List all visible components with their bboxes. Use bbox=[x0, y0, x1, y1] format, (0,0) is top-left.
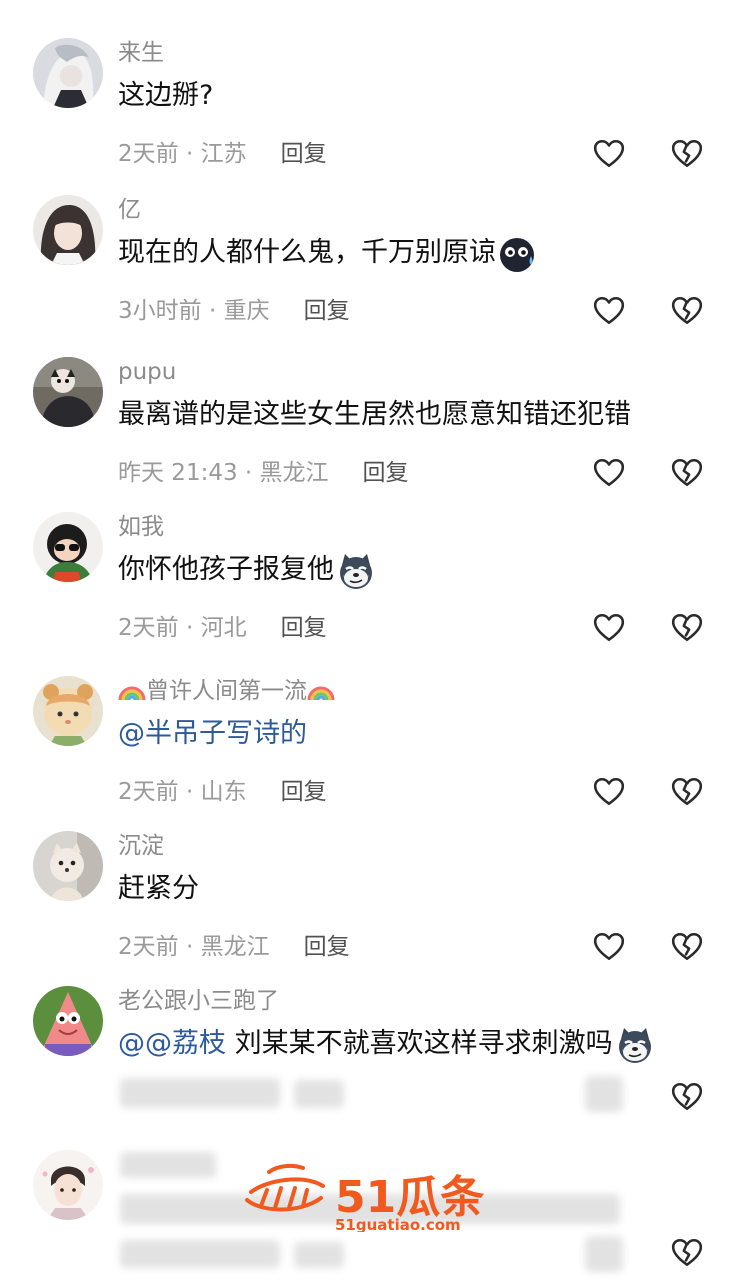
reply-button[interactable]: 回复 bbox=[281, 141, 327, 167]
comment-location: 江苏 bbox=[200, 141, 247, 167]
comment-text: @@荔枝 刘某某不就喜欢这样寻求刺激吗 bbox=[118, 1024, 655, 1065]
blurred-username bbox=[120, 1152, 216, 1178]
reply-button[interactable]: 回复 bbox=[281, 779, 327, 805]
comment-text: 你怀他孩子报复他 bbox=[118, 550, 376, 591]
mention-link[interactable]: @半吊子写诗的 bbox=[118, 718, 307, 749]
broken-heart-icon[interactable] bbox=[670, 294, 704, 328]
comment-time: 2天前 bbox=[118, 141, 179, 167]
comment-meta: 2天前 · 山东 回复 bbox=[118, 779, 327, 805]
comment-username[interactable]: 如我 bbox=[118, 512, 164, 542]
avatar[interactable] bbox=[33, 38, 103, 108]
husky-emoji bbox=[336, 551, 376, 591]
comment-text: @半吊子写诗的 bbox=[118, 714, 307, 754]
comment-text: 最离谱的是这些女生居然也愿意知错还犯错 bbox=[118, 399, 631, 430]
comment-location: 山东 bbox=[200, 779, 247, 805]
reply-button[interactable]: 回复 bbox=[304, 934, 350, 960]
comment-username[interactable]: 曾许人间第一流 bbox=[118, 676, 335, 706]
comment-meta: 昨天 21:43 · 黑龙江 回复 bbox=[118, 460, 409, 486]
comment-username[interactable]: 沉淀 bbox=[118, 831, 164, 861]
broken-heart-icon[interactable] bbox=[670, 1080, 704, 1114]
comment-location: 河北 bbox=[200, 615, 247, 641]
avatar[interactable] bbox=[33, 512, 103, 582]
comment-time: 2天前 bbox=[118, 779, 179, 805]
husky-emoji bbox=[615, 1025, 655, 1065]
rainbow-emoji bbox=[118, 676, 146, 702]
heart-outline-icon[interactable] bbox=[592, 456, 626, 490]
comment-meta: 2天前 · 黑龙江 回复 bbox=[118, 934, 350, 960]
avatar[interactable] bbox=[33, 195, 103, 265]
comment-username[interactable]: 老公跟小三跑了 bbox=[118, 986, 279, 1016]
blurred-reply bbox=[294, 1080, 344, 1108]
heart-outline-icon[interactable] bbox=[592, 137, 626, 171]
comment-location: 重庆 bbox=[223, 298, 270, 324]
sweat-face-emoji bbox=[498, 234, 538, 274]
comment-meta: 2天前 · 江苏 回复 bbox=[118, 141, 327, 167]
avatar[interactable] bbox=[33, 676, 103, 746]
rainbow-emoji bbox=[307, 676, 335, 702]
comment-meta: 3小时前 · 重庆 回复 bbox=[118, 298, 350, 324]
broken-heart-icon[interactable] bbox=[670, 456, 704, 490]
comment-location: 黑龙江 bbox=[200, 934, 270, 960]
comment-time: 2天前 bbox=[118, 934, 179, 960]
avatar[interactable] bbox=[33, 831, 103, 901]
mention-link[interactable]: @@荔枝 bbox=[118, 1028, 226, 1059]
heart-outline-icon[interactable] bbox=[592, 611, 626, 645]
broken-heart-icon[interactable] bbox=[670, 930, 704, 964]
comment-meta: 2天前 · 河北 回复 bbox=[118, 615, 327, 641]
heart-outline-icon[interactable] bbox=[592, 294, 626, 328]
comment-username[interactable]: 来生 bbox=[118, 38, 164, 68]
broken-heart-icon[interactable] bbox=[670, 775, 704, 809]
watermark-logo: 51瓜条 51guatiao.com bbox=[243, 1160, 503, 1234]
avatar[interactable] bbox=[33, 357, 103, 427]
watermark-site: 51guatiao.com bbox=[335, 1216, 461, 1232]
blurred-like bbox=[585, 1236, 623, 1272]
comment-time: 2天前 bbox=[118, 615, 179, 641]
comment-text: 赶紧分 bbox=[118, 873, 199, 904]
comment-time: 3小时前 bbox=[118, 298, 202, 324]
reply-button[interactable]: 回复 bbox=[363, 460, 409, 486]
avatar[interactable] bbox=[33, 986, 103, 1056]
heart-outline-icon[interactable] bbox=[592, 775, 626, 809]
comment-username[interactable]: pupu bbox=[118, 357, 176, 387]
blurred-meta bbox=[120, 1240, 280, 1268]
blurred-reply bbox=[294, 1242, 344, 1268]
comment-text: 现在的人都什么鬼，千万别原谅 bbox=[118, 233, 538, 274]
comment-location: 黑龙江 bbox=[259, 460, 329, 486]
broken-heart-icon[interactable] bbox=[670, 137, 704, 171]
broken-heart-icon[interactable] bbox=[670, 1236, 704, 1270]
comment-username[interactable]: 亿 bbox=[118, 195, 141, 225]
blurred-meta bbox=[120, 1078, 280, 1108]
reply-button[interactable]: 回复 bbox=[281, 615, 327, 641]
heart-outline-icon[interactable] bbox=[592, 930, 626, 964]
comment-time: 昨天 21:43 bbox=[118, 460, 238, 486]
comment-text: 这边掰? bbox=[118, 80, 214, 111]
broken-heart-icon[interactable] bbox=[670, 611, 704, 645]
blurred-like bbox=[585, 1076, 623, 1112]
avatar[interactable] bbox=[33, 1150, 103, 1220]
reply-button[interactable]: 回复 bbox=[304, 298, 350, 324]
